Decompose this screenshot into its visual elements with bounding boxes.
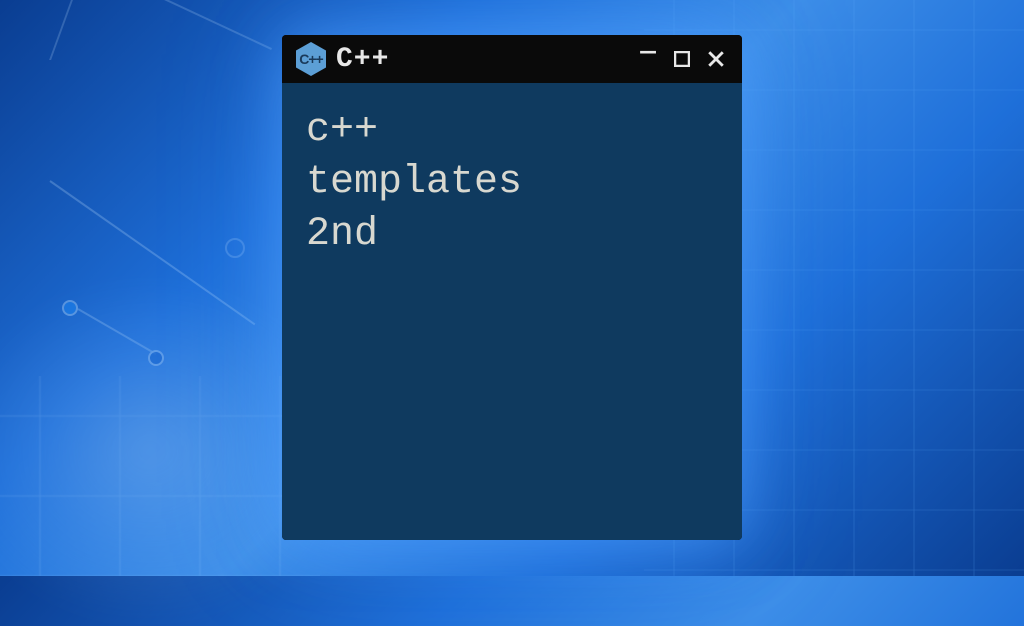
window-controls: — (636, 47, 728, 71)
terminal-window: C++ C++ — c++ templates 2nd (282, 35, 742, 540)
window-title: C++ (336, 44, 626, 75)
minimize-button[interactable]: — (636, 47, 660, 71)
close-icon (707, 50, 725, 68)
maximize-icon (674, 51, 690, 67)
titlebar[interactable]: C++ C++ — (282, 35, 742, 83)
terminal-body[interactable]: c++ templates 2nd (282, 83, 742, 540)
maximize-button[interactable] (670, 47, 694, 71)
terminal-line: 2nd (306, 209, 718, 261)
terminal-line: c++ (306, 105, 718, 157)
terminal-line: templates (306, 157, 718, 209)
cpp-icon-label: C++ (299, 51, 322, 67)
cpp-app-icon: C++ (296, 42, 326, 76)
close-button[interactable] (704, 47, 728, 71)
